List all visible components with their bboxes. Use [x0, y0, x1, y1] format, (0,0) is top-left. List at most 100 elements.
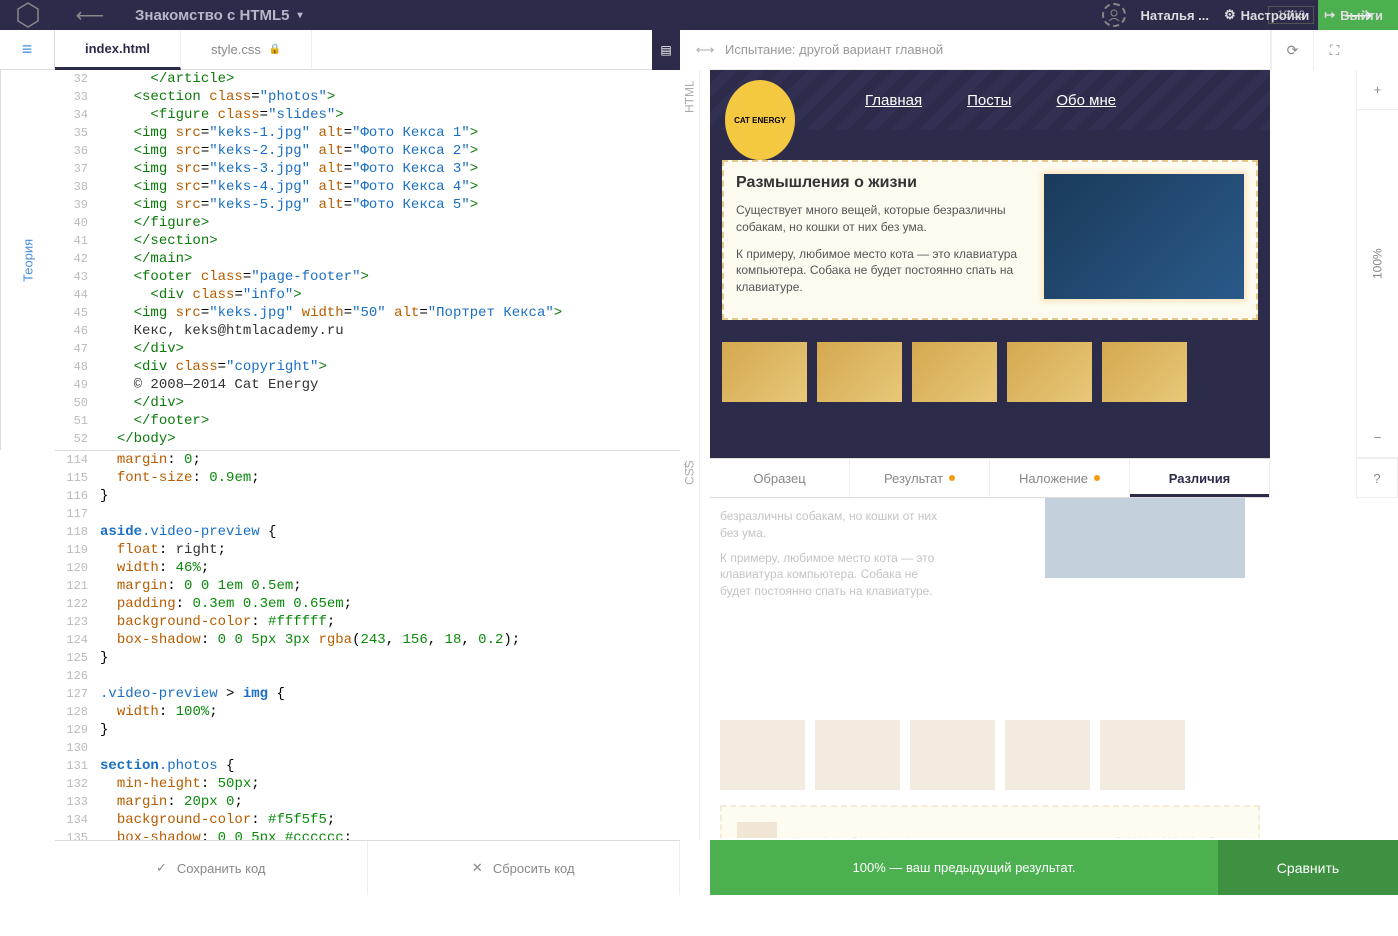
collapse-arrow-icon[interactable]: ↑	[682, 458, 689, 474]
code-line[interactable]: 135 box-shadow: 0 0 5px #cccccc;	[55, 829, 680, 840]
user-name[interactable]: Наталья ...	[1141, 8, 1210, 23]
code-content[interactable]: margin: 20px 0;	[100, 793, 680, 811]
code-content[interactable]: margin: 0;	[100, 451, 680, 469]
tab-index-html[interactable]: index.html	[55, 30, 181, 70]
code-line[interactable]: 50 </div>	[55, 394, 680, 412]
code-line[interactable]: 32 </article>	[55, 70, 680, 88]
code-line[interactable]: 43 <footer class="page-footer">	[55, 268, 680, 286]
help-button[interactable]: ?	[1356, 458, 1398, 498]
code-content[interactable]: </body>	[100, 430, 680, 448]
code-content[interactable]	[100, 739, 680, 757]
code-content[interactable]: width: 46%;	[100, 559, 680, 577]
code-line[interactable]: 130	[55, 739, 680, 757]
back-button[interactable]: ⟵	[55, 3, 125, 28]
code-content[interactable]: </figure>	[100, 214, 680, 232]
code-content[interactable]: <img src="keks-1.jpg" alt="Фото Кекса 1"…	[100, 124, 680, 142]
code-line[interactable]: 129}	[55, 721, 680, 739]
code-line[interactable]: 51 </footer>	[55, 412, 680, 430]
code-content[interactable]: float: right;	[100, 541, 680, 559]
code-content[interactable]: font-size: 0.9em;	[100, 469, 680, 487]
tab-style-css[interactable]: style.css 🔒	[181, 30, 312, 70]
code-content[interactable]: margin: 0 0 1em 0.5em;	[100, 577, 680, 595]
code-line[interactable]: 40 </figure>	[55, 214, 680, 232]
code-content[interactable]: </div>	[100, 394, 680, 412]
compare-button[interactable]: Сравнить	[1218, 840, 1398, 895]
zoom-in-button[interactable]: +	[1357, 70, 1398, 110]
code-content[interactable]: width: 100%;	[100, 703, 680, 721]
code-content[interactable]: <div class="info">	[100, 286, 680, 304]
menu-toggle[interactable]: ≡	[0, 30, 55, 70]
code-line[interactable]: 123 background-color: #ffffff;	[55, 613, 680, 631]
settings-link[interactable]: ⚙ Настройки	[1224, 7, 1309, 23]
exit-link[interactable]: ↦ Выйти	[1324, 7, 1383, 23]
code-line[interactable]: 39 <img src="keks-5.jpg" alt="Фото Кекса…	[55, 196, 680, 214]
theory-tab[interactable]: Теория	[0, 70, 55, 450]
code-content[interactable]: <div class="copyright">	[100, 358, 680, 376]
code-line[interactable]: 46 Кекс, keks@htmlacademy.ru	[55, 322, 680, 340]
code-line[interactable]: 49 © 2008—2014 Cat Energy	[55, 376, 680, 394]
code-content[interactable]: </section>	[100, 232, 680, 250]
code-line[interactable]: 122 padding: 0.3em 0.3em 0.65em;	[55, 595, 680, 613]
reload-preview-button[interactable]: ⟳	[1271, 30, 1313, 70]
tab-sample[interactable]: Образец	[710, 459, 850, 497]
zoom-out-button[interactable]: −	[1357, 418, 1398, 458]
css-editor[interactable]: 114 margin: 0;115 font-size: 0.9em;116}1…	[55, 450, 680, 840]
code-line[interactable]: 114 margin: 0;	[55, 451, 680, 469]
code-content[interactable]: <img src="keks.jpg" width="50" alt="Порт…	[100, 304, 680, 322]
code-content[interactable]: <section class="photos">	[100, 88, 680, 106]
code-content[interactable]: <img src="keks-5.jpg" alt="Фото Кекса 5"…	[100, 196, 680, 214]
layout-toggle-button[interactable]: ▤	[652, 30, 680, 70]
code-line[interactable]: 34 <figure class="slides">	[55, 106, 680, 124]
code-line[interactable]: 38 <img src="keks-4.jpg" alt="Фото Кекса…	[55, 178, 680, 196]
reset-button[interactable]: ✕ Сбросить код	[368, 841, 681, 895]
code-line[interactable]: 36 <img src="keks-2.jpg" alt="Фото Кекса…	[55, 142, 680, 160]
code-line[interactable]: 118aside.video-preview {	[55, 523, 680, 541]
code-content[interactable]: © 2008—2014 Cat Energy	[100, 376, 680, 394]
code-line[interactable]: 133 margin: 20px 0;	[55, 793, 680, 811]
code-content[interactable]: background-color: #f5f5f5;	[100, 811, 680, 829]
code-line[interactable]: 45 <img src="keks.jpg" width="50" alt="П…	[55, 304, 680, 322]
code-line[interactable]: 37 <img src="keks-3.jpg" alt="Фото Кекса…	[55, 160, 680, 178]
code-content[interactable]: background-color: #ffffff;	[100, 613, 680, 631]
app-logo[interactable]	[0, 0, 55, 30]
code-content[interactable]	[100, 667, 680, 685]
code-line[interactable]: 124 box-shadow: 0 0 5px 3px rgba(243, 15…	[55, 631, 680, 649]
code-line[interactable]: 119 float: right;	[55, 541, 680, 559]
course-title[interactable]: Знакомство с HTML5 ▾	[125, 7, 313, 24]
html-editor[interactable]: 32 </article>33 <section class="photos">…	[55, 70, 680, 450]
expand-preview-button[interactable]: ⛶	[1313, 30, 1355, 70]
code-content[interactable]: <img src="keks-2.jpg" alt="Фото Кекса 2"…	[100, 142, 680, 160]
code-line[interactable]: 117	[55, 505, 680, 523]
code-line[interactable]: 132 min-height: 50px;	[55, 775, 680, 793]
code-content[interactable]: <footer class="page-footer">	[100, 268, 680, 286]
code-line[interactable]: 42 </main>	[55, 250, 680, 268]
code-line[interactable]: 35 <img src="keks-1.jpg" alt="Фото Кекса…	[55, 124, 680, 142]
code-content[interactable]: Кекс, keks@htmlacademy.ru	[100, 322, 680, 340]
code-content[interactable]: aside.video-preview {	[100, 523, 680, 541]
code-content[interactable]: box-shadow: 0 0 5px #cccccc;	[100, 829, 680, 840]
code-content[interactable]: </div>	[100, 340, 680, 358]
code-line[interactable]: 44 <div class="info">	[55, 286, 680, 304]
code-line[interactable]: 126	[55, 667, 680, 685]
code-line[interactable]: 134 background-color: #f5f5f5;	[55, 811, 680, 829]
code-content[interactable]: }	[100, 649, 680, 667]
tab-diff[interactable]: Различия	[1130, 459, 1270, 497]
code-content[interactable]	[100, 505, 680, 523]
code-line[interactable]: 125}	[55, 649, 680, 667]
code-line[interactable]: 47 </div>	[55, 340, 680, 358]
code-content[interactable]: }	[100, 721, 680, 739]
code-line[interactable]: 115 font-size: 0.9em;	[55, 469, 680, 487]
code-line[interactable]: 116}	[55, 487, 680, 505]
code-line[interactable]: 33 <section class="photos">	[55, 88, 680, 106]
code-content[interactable]: .video-preview > img {	[100, 685, 680, 703]
code-line[interactable]: 131section.photos {	[55, 757, 680, 775]
code-content[interactable]: <figure class="slides">	[100, 106, 680, 124]
code-content[interactable]: min-height: 50px;	[100, 775, 680, 793]
code-content[interactable]: padding: 0.3em 0.3em 0.65em;	[100, 595, 680, 613]
code-line[interactable]: 52 </body>	[55, 430, 680, 448]
code-line[interactable]: 127.video-preview > img {	[55, 685, 680, 703]
code-line[interactable]: 41 </section>	[55, 232, 680, 250]
tab-result[interactable]: Результат	[850, 459, 990, 497]
code-content[interactable]: </article>	[100, 70, 680, 88]
code-content[interactable]: box-shadow: 0 0 5px 3px rgba(243, 156, 1…	[100, 631, 680, 649]
